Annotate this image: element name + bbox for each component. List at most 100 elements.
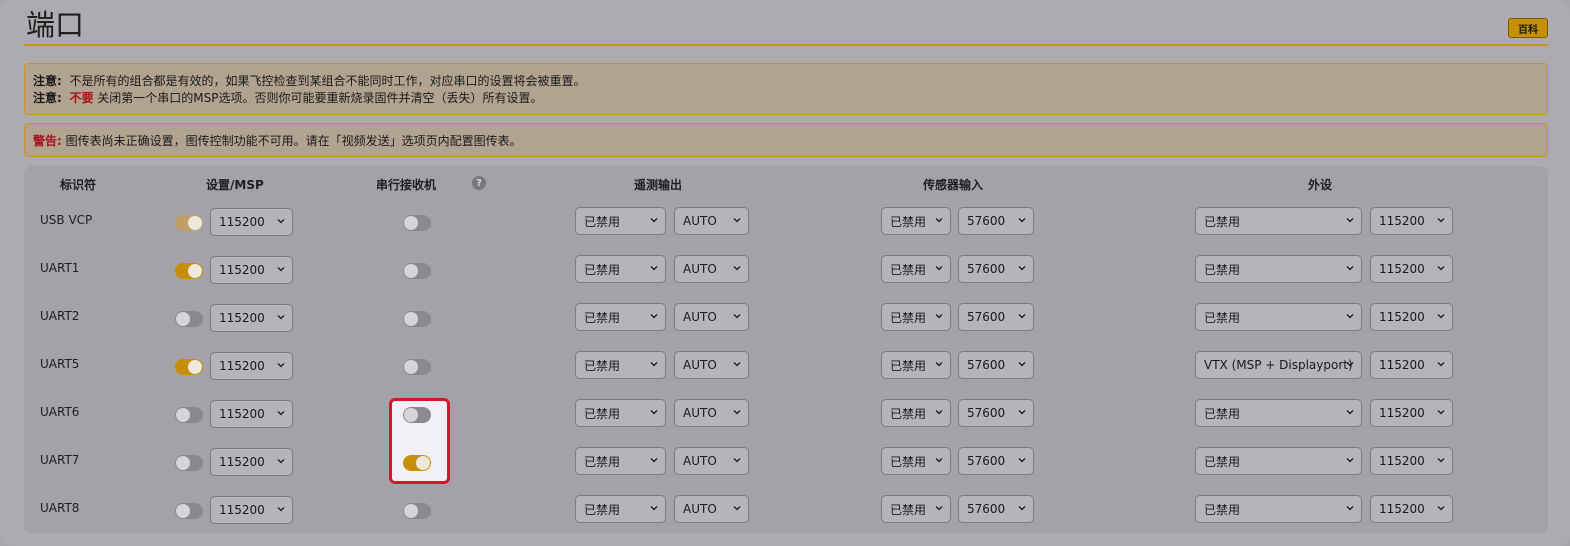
peripheral-select[interactable]: 已禁用 (1195, 495, 1362, 523)
chevron-down-icon (277, 507, 285, 512)
sensor-baud-select[interactable]: 57600 (958, 495, 1034, 523)
peripheral-select[interactable]: 已禁用 (1195, 447, 1362, 475)
toggle-knob (404, 504, 418, 518)
sensor-select[interactable]: 已禁用 (881, 351, 951, 379)
serial-rx-toggle[interactable] (403, 503, 431, 519)
chevron-down-icon (1437, 506, 1445, 511)
peripheral-select[interactable]: 已禁用 (1195, 255, 1362, 283)
peripheral-select-value: 已禁用 (1204, 454, 1241, 469)
peripheral-baud-select[interactable]: 115200 (1370, 303, 1453, 331)
peripheral-baud-select-value: 115200 (1379, 214, 1425, 228)
chevron-down-icon (650, 314, 658, 319)
peripheral-baud-select[interactable]: 115200 (1370, 399, 1453, 427)
msp-toggle[interactable] (175, 455, 203, 471)
msp-toggle[interactable] (175, 503, 203, 519)
sensor-select[interactable]: 已禁用 (881, 495, 951, 523)
peripheral-baud-select[interactable]: 115200 (1370, 255, 1453, 283)
chevron-down-icon (733, 458, 741, 463)
serial-rx-toggle[interactable] (403, 263, 431, 279)
telemetry-baud-select[interactable]: AUTO (674, 351, 749, 379)
telemetry-select[interactable]: 已禁用 (575, 303, 666, 331)
msp-baud-select[interactable]: 115200 (210, 352, 293, 380)
peripheral-baud-select[interactable]: 115200 (1370, 447, 1453, 475)
sensor-baud-select[interactable]: 57600 (958, 255, 1034, 283)
toggle-knob (404, 216, 418, 230)
peripheral-baud-select[interactable]: 115200 (1370, 207, 1453, 235)
toggle-knob (404, 312, 418, 326)
sensor-select[interactable]: 已禁用 (881, 255, 951, 283)
telemetry-select[interactable]: 已禁用 (575, 447, 666, 475)
telemetry-baud-select[interactable]: AUTO (674, 255, 749, 283)
sensor-baud-select[interactable]: 57600 (958, 447, 1034, 475)
peripheral-baud-select-value: 115200 (1379, 358, 1425, 372)
note-label: 注意: (33, 91, 62, 105)
sensor-baud-select[interactable]: 57600 (958, 351, 1034, 379)
peripheral-select[interactable]: VTX (MSP + Displayport) (1195, 351, 1362, 379)
header-telemetry: 遥测输出 (634, 178, 683, 192)
peripheral-baud-select[interactable]: 115200 (1370, 351, 1453, 379)
note-line-1: 注意: 不是所有的组合都是有效的，如果飞控检查到某组合不能同时工作，对应串口的设… (33, 73, 1539, 90)
chevron-down-icon (277, 267, 285, 272)
msp-baud-select[interactable]: 115200 (210, 304, 293, 332)
header-identifier: 标识符 (60, 178, 97, 192)
serial-rx-toggle[interactable] (403, 311, 431, 327)
wiki-button[interactable]: 百科 (1508, 18, 1548, 38)
peripheral-select[interactable]: 已禁用 (1195, 303, 1362, 331)
sensor-baud-select-value: 57600 (967, 406, 1006, 420)
sensor-select[interactable]: 已禁用 (881, 207, 951, 235)
help-icon[interactable]: ? (472, 176, 486, 190)
msp-baud-select[interactable]: 115200 (210, 256, 293, 284)
telemetry-baud-select-value: AUTO (683, 406, 717, 420)
chevron-down-icon (1018, 506, 1026, 511)
peripheral-select[interactable]: 已禁用 (1195, 207, 1362, 235)
serial-rx-toggle[interactable] (403, 359, 431, 375)
msp-baud-select[interactable]: 115200 (210, 448, 293, 476)
msp-toggle[interactable] (175, 263, 203, 279)
telemetry-select[interactable]: 已禁用 (575, 207, 666, 235)
msp-toggle[interactable] (175, 311, 203, 327)
telemetry-select[interactable]: 已禁用 (575, 399, 666, 427)
serial-rx-toggle[interactable] (403, 407, 431, 423)
telemetry-baud-select-value: AUTO (683, 262, 717, 276)
sensor-baud-select[interactable]: 57600 (958, 207, 1034, 235)
serial-rx-toggle[interactable] (403, 455, 431, 471)
telemetry-select[interactable]: 已禁用 (575, 495, 666, 523)
msp-baud-select-value: 115200 (219, 311, 265, 325)
sensor-select[interactable]: 已禁用 (881, 399, 951, 427)
peripheral-baud-select-value: 115200 (1379, 502, 1425, 516)
msp-toggle[interactable] (175, 407, 203, 423)
note-box: 注意: 不是所有的组合都是有效的，如果飞控检查到某组合不能同时工作，对应串口的设… (24, 63, 1548, 115)
telemetry-baud-select[interactable]: AUTO (674, 495, 749, 523)
port-identifier: UART6 (40, 405, 80, 419)
sensor-select[interactable]: 已禁用 (881, 303, 951, 331)
telemetry-baud-select[interactable]: AUTO (674, 399, 749, 427)
chevron-down-icon (1018, 458, 1026, 463)
sensor-select-value: 已禁用 (890, 358, 927, 373)
chevron-down-icon (1018, 266, 1026, 271)
msp-baud-select[interactable]: 115200 (210, 208, 293, 236)
msp-baud-select[interactable]: 115200 (210, 400, 293, 428)
warning-label: 警告: (33, 134, 62, 148)
sensor-baud-select[interactable]: 57600 (958, 399, 1034, 427)
warning-text: 图传表尚未正确设置，图传控制功能不可用。请在「视频发送」选项页内配置图传表。 (65, 134, 522, 148)
peripheral-baud-select[interactable]: 115200 (1370, 495, 1453, 523)
telemetry-select[interactable]: 已禁用 (575, 255, 666, 283)
peripheral-baud-select-value: 115200 (1379, 310, 1425, 324)
telemetry-baud-select[interactable]: AUTO (674, 303, 749, 331)
msp-toggle[interactable] (175, 359, 203, 375)
msp-baud-select[interactable]: 115200 (210, 496, 293, 524)
peripheral-select[interactable]: 已禁用 (1195, 399, 1362, 427)
chevron-down-icon (935, 218, 943, 223)
chevron-down-icon (935, 266, 943, 271)
chevron-down-icon (1018, 410, 1026, 415)
sensor-baud-select[interactable]: 57600 (958, 303, 1034, 331)
telemetry-baud-select[interactable]: AUTO (674, 447, 749, 475)
telemetry-select[interactable]: 已禁用 (575, 351, 666, 379)
sensor-select[interactable]: 已禁用 (881, 447, 951, 475)
chevron-down-icon (1018, 362, 1026, 367)
telemetry-baud-select[interactable]: AUTO (674, 207, 749, 235)
serial-rx-toggle[interactable] (403, 215, 431, 231)
peripheral-select-value: 已禁用 (1204, 406, 1241, 421)
chevron-down-icon (1346, 362, 1354, 367)
msp-toggle[interactable] (175, 215, 203, 231)
